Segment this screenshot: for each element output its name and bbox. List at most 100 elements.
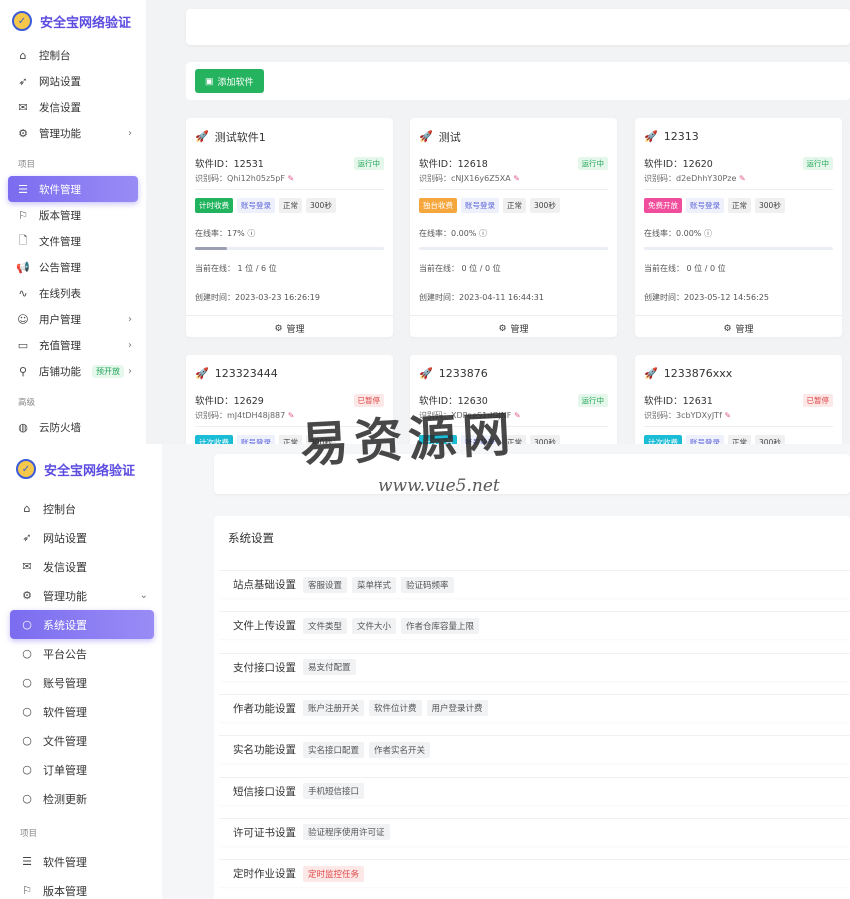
sidebar-item-sub-6[interactable]: ○ 检测更新 xyxy=(0,784,162,813)
heartbeat-tag: 300秒 xyxy=(755,198,785,213)
brand[interactable]: ✓ 安全宝网络验证 xyxy=(0,444,162,494)
manage-label: 管理 xyxy=(286,325,305,335)
state-tag: 正常 xyxy=(728,435,751,444)
gear-icon: ⚙ xyxy=(723,323,732,334)
card-title-text: 测试软件1 xyxy=(214,130,266,144)
sidebar-item-modules[interactable]: ⚙ 管理功能 ⌄ xyxy=(0,581,162,610)
settings-chip[interactable]: 软件位计费 xyxy=(369,700,422,717)
sidebar-item-bookmark-label: 版本管理 xyxy=(39,209,81,222)
settings-chip[interactable]: 文件大小 xyxy=(352,617,397,634)
sidebar-item-pulse[interactable]: ∿ 在线列表 xyxy=(0,280,146,306)
settings-chip[interactable]: 菜单样式 xyxy=(352,576,397,593)
sidebar-item-mail[interactable]: ✉ 发信设置 xyxy=(0,94,146,120)
sidebar-item-home[interactable]: ⌂ 控制台 xyxy=(0,42,146,68)
sidebar-item-sub-0[interactable]: ○ 系统设置 xyxy=(10,610,154,639)
settings-row[interactable]: 作者功能设置 账户注册开关 软件位计费 用户登录计费 xyxy=(219,693,850,722)
state-tag: 正常 xyxy=(728,198,751,213)
help-icon: ⓘ xyxy=(476,229,487,238)
id-row: 软件ID：12629 已暂停 xyxy=(186,383,393,407)
settings-chip[interactable]: 手机短信接口 xyxy=(303,783,365,799)
sidebar-item-sub-1[interactable]: ○ 平台公告 xyxy=(0,639,162,668)
settings-row-name: 支付接口设置 xyxy=(233,661,296,674)
user-icon: ☺ xyxy=(17,312,29,326)
add-software-button[interactable]: ▣ 添加软件 xyxy=(195,69,264,93)
manage-button[interactable]: ⚙ 管理 xyxy=(410,315,617,341)
sidebar-item-card-label: 充值管理 xyxy=(39,339,81,352)
sidebar-item-rocket[interactable]: ➶ 网站设置 xyxy=(0,68,146,94)
settings-chip[interactable]: 易支付配置 xyxy=(303,659,356,676)
modules-icon: ⚙ xyxy=(22,589,32,602)
brand[interactable]: ✓ 安全宝网络验证 xyxy=(0,0,146,42)
sidebar-item-home[interactable]: ⌂ 控制台 xyxy=(0,494,162,523)
sidebar-item-sub-3[interactable]: ○ 软件管理 xyxy=(0,697,162,726)
software-id: 软件ID：12618 xyxy=(419,159,488,170)
chevron-icon: › xyxy=(128,365,132,377)
sidebar-item-mail[interactable]: ✉ 发信设置 xyxy=(0,552,162,581)
software-card: 🚀 1233876xxx 软件ID：12631 已暂停 识别码：3cbYDXyJTf ✎… xyxy=(635,355,842,444)
rocket-icon: 🚀 xyxy=(195,367,209,380)
sidebar-item-server[interactable]: ☰ 软件管理 xyxy=(8,176,138,202)
sidebar-item-server[interactable]: ☰ 软件管理 xyxy=(0,847,162,876)
card-title-text: 123323444 xyxy=(214,367,278,380)
top-header xyxy=(214,454,850,494)
card-title-text: 12313 xyxy=(663,130,699,143)
online-rate-bar xyxy=(419,247,608,250)
help-icon: ⓘ xyxy=(701,229,712,238)
manage-button[interactable]: ⚙ 管理 xyxy=(635,315,842,341)
sidebar-item-firewall[interactable]: ◍ 云防火墙 xyxy=(0,414,146,440)
sidebar-item-card[interactable]: ▭ 充值管理 › xyxy=(0,332,146,358)
settings-row[interactable]: 定时作业设置 定时监控任务 xyxy=(219,859,850,888)
edit-icon[interactable]: ✎ xyxy=(285,174,295,183)
mail-icon: ✉ xyxy=(22,560,32,573)
settings-chip[interactable]: 文件类型 xyxy=(303,617,348,634)
sidebar-item-bookmark[interactable]: ⚐ 版本管理 xyxy=(0,202,146,228)
sidebar-item-sub-5[interactable]: ○ 订单管理 xyxy=(0,755,162,784)
settings-row[interactable]: 支付接口设置 易支付配置 xyxy=(219,652,850,681)
created-time: 创建时间：2023-03-23 16:26:19 xyxy=(195,293,320,302)
sidebar-item-sub-4[interactable]: ○ 文件管理 xyxy=(0,726,162,755)
edit-icon[interactable]: ✎ xyxy=(511,411,521,420)
settings-row[interactable]: 文件上传设置 文件类型 文件大小 作者仓库容量上限 xyxy=(219,611,850,640)
edit-icon[interactable]: ✎ xyxy=(511,174,520,183)
shield-logo-icon: ✓ xyxy=(12,11,32,31)
card-title-text: 1233876xxx xyxy=(663,367,733,380)
sidebar-item-modules[interactable]: ⚙ 管理功能 › xyxy=(0,120,146,146)
settings-row-name: 实名功能设置 xyxy=(233,744,296,757)
settings-chip[interactable]: 验证程序使用许可证 xyxy=(303,824,390,841)
edit-icon[interactable]: ✎ xyxy=(285,411,295,420)
manage-button[interactable]: ⚙ 管理 xyxy=(186,315,393,341)
sidebar-item-rocket[interactable]: ➶ 网站设置 xyxy=(0,523,162,552)
card-title: 🚀 测试 xyxy=(410,118,617,146)
settings-chip[interactable]: 作者仓库容量上限 xyxy=(401,617,480,634)
sidebar: ✓ 安全宝网络验证 ⌂ 控制台 ➶ 网站设置 ✉ 发信设置 ⚙ 管理功能 ⌄ ○ 系统设置 ○ 平台公… xyxy=(0,444,162,899)
sidebar-item-file[interactable]: 🗋 文件管理 xyxy=(0,228,146,254)
sidebar-item-megaphone-label: 公告管理 xyxy=(39,261,81,274)
settings-row[interactable]: 许可证书设置 验证程序使用许可证 xyxy=(219,817,850,846)
sidebar-item-sub-2[interactable]: ○ 账号管理 xyxy=(0,668,162,697)
settings-row-name: 短信接口设置 xyxy=(233,785,296,798)
sidebar-item-megaphone[interactable]: 📢 公告管理 xyxy=(0,254,146,280)
settings-row[interactable]: 站点基础设置 客服设置 菜单样式 验证码频率 xyxy=(219,570,850,598)
server-icon: ☰ xyxy=(22,855,32,868)
settings-chip[interactable]: 验证码频率 xyxy=(401,576,454,593)
sidebar-item-pin[interactable]: ⚲ 店铺功能 预开放 › xyxy=(0,358,146,384)
settings-chip[interactable]: 用户登录计费 xyxy=(426,700,488,717)
edit-icon[interactable]: ✎ xyxy=(722,411,731,420)
home-icon: ⌂ xyxy=(19,48,27,62)
sidebar-item-user[interactable]: ☺ 用户管理 › xyxy=(0,306,146,332)
settings-chip[interactable]: 实名接口配置 xyxy=(303,741,365,758)
settings-row[interactable]: 短信接口设置 手机短信接口 xyxy=(219,776,850,805)
status-badge: 运行中 xyxy=(802,156,833,170)
current-online: 当前在线： 0 位 / 0 位 xyxy=(419,264,501,273)
settings-chip[interactable]: 作者实名开关 xyxy=(369,741,431,758)
megaphone-icon: 📢 xyxy=(16,260,30,274)
edit-icon[interactable]: ✎ xyxy=(736,174,746,183)
settings-chip[interactable]: 客服设置 xyxy=(303,576,348,593)
settings-row[interactable]: 实名功能设置 实名接口配置 作者实名开关 xyxy=(219,735,850,764)
sidebar-item-home-label: 控制台 xyxy=(43,502,76,516)
settings-chip[interactable]: 账户注册开关 xyxy=(303,700,365,717)
card-title: 🚀 测试软件1 xyxy=(186,118,393,146)
settings-chip[interactable]: 定时监控任务 xyxy=(303,865,365,882)
sidebar-item-bookmark[interactable]: ⚐ 版本管理 xyxy=(0,876,162,899)
tag-row: 独台收费 账号登录 正常 300秒 xyxy=(410,190,617,213)
